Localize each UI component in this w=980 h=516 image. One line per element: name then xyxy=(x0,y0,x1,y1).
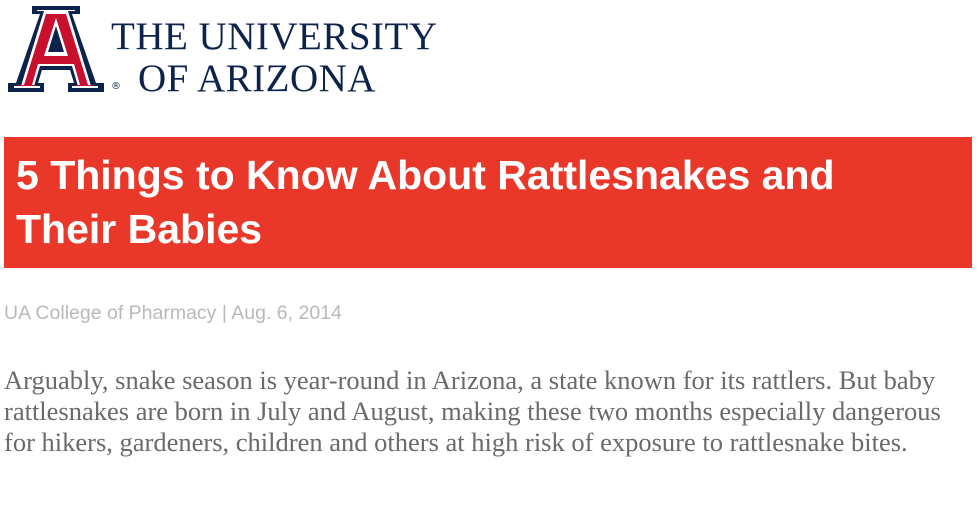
article-title: 5 Things to Know About Rattlesnakes and … xyxy=(16,152,835,252)
article-byline: UA College of Pharmacy | Aug. 6, 2014 xyxy=(4,302,342,324)
registered-mark: ® xyxy=(111,81,121,92)
university-a-logo-icon[interactable] xyxy=(8,6,104,92)
wordmark-line-2: OF ARIZONA xyxy=(138,57,376,100)
university-header: THE UNIVERSITY ® OF ARIZONA xyxy=(8,6,437,98)
article-lead-paragraph: Arguably, snake season is year-round in … xyxy=(4,365,941,457)
wordmark-line-1: THE UNIVERSITY xyxy=(111,15,438,58)
article-title-banner: 5 Things to Know About Rattlesnakes and … xyxy=(4,137,972,268)
